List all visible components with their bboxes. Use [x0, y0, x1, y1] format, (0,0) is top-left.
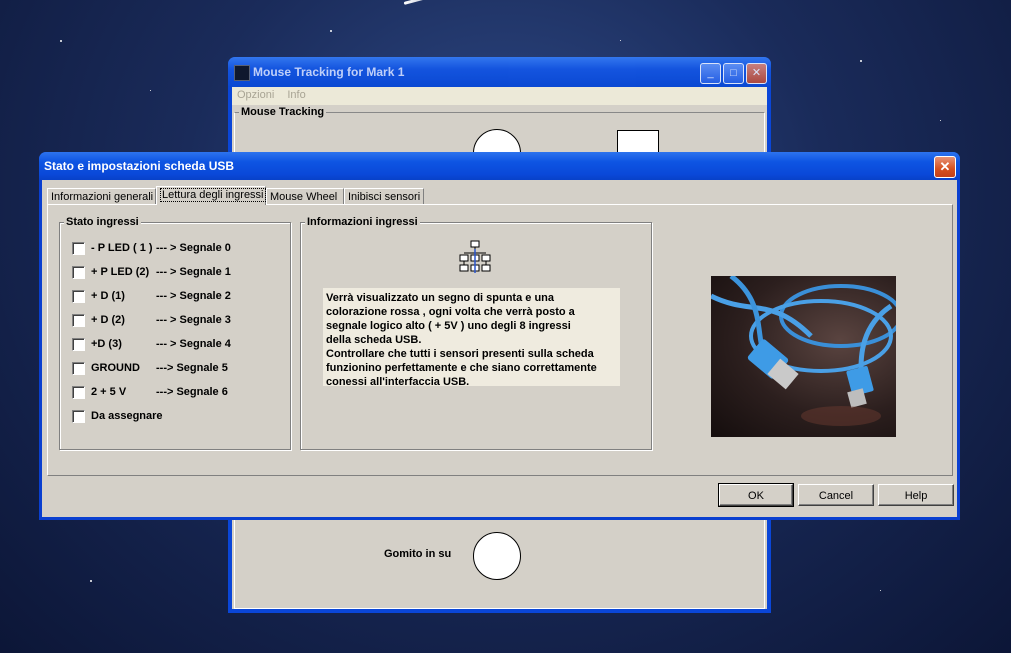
help-button[interactable]: Help [878, 484, 954, 506]
tab-label: Inibisci sensori [348, 191, 421, 203]
maximize-button[interactable]: □ [723, 63, 744, 84]
close-button[interactable]: ✕ [746, 63, 767, 84]
app-icon [234, 65, 250, 81]
tab-mouse-wheel[interactable]: Mouse Wheel [266, 188, 344, 204]
checkbox[interactable] [72, 314, 85, 327]
tab-lettura-ingressi[interactable]: Lettura degli ingressi [156, 186, 266, 205]
star [330, 30, 332, 32]
tab-panel: Stato ingressi - P LED ( 1 ) --- > Segna… [47, 204, 953, 476]
input-label: + P LED (2) [91, 266, 150, 278]
elbow-label: Gomito in su [384, 548, 452, 560]
dialog-title: Stato e impostazioni scheda USB [44, 159, 235, 173]
informazioni-ingressi-group: Informazioni ingressi Verrà visualizzato… [300, 216, 652, 450]
star [150, 90, 151, 91]
star [620, 40, 621, 41]
info-description: Verrà visualizzato un segno di spunta e … [323, 288, 620, 388]
menu-bar: Opzioni Info [232, 87, 767, 105]
group-title: Mouse Tracking [239, 106, 327, 118]
tab-label: Informazioni generali [51, 191, 154, 203]
usb-settings-dialog: Stato e impostazioni scheda USB ✕ Inform… [39, 152, 960, 520]
window-title: Mouse Tracking for Mark 1 [253, 65, 405, 79]
signal-label: --- > Segnale 1 [156, 266, 231, 278]
dialog-titlebar[interactable]: Stato e impostazioni scheda USB ✕ [39, 152, 960, 180]
checkbox[interactable] [72, 290, 85, 303]
checkbox[interactable] [72, 410, 85, 423]
signal-label: --- > Segnale 3 [156, 314, 231, 326]
checkbox[interactable] [72, 338, 85, 351]
dialog-close-button[interactable]: ✕ [934, 156, 956, 178]
signal-label: --- > Segnale 0 [156, 242, 231, 254]
group-title: Informazioni ingressi [305, 216, 420, 228]
network-icon [459, 240, 491, 273]
checkbox[interactable] [72, 242, 85, 255]
comet-decoration [403, 0, 519, 5]
star [90, 580, 92, 582]
checkbox[interactable] [72, 266, 85, 279]
star [860, 60, 862, 62]
signal-label: --- > Segnale 4 [156, 338, 231, 350]
input-label: - P LED ( 1 ) [91, 242, 153, 254]
cancel-button[interactable]: Cancel [798, 484, 874, 506]
input-label: GROUND [91, 362, 140, 374]
minimize-button[interactable]: _ [700, 63, 721, 84]
tab-inibisci-sensori[interactable]: Inibisci sensori [344, 188, 424, 204]
input-label: +D (3) [91, 338, 122, 350]
signal-label: --- > Segnale 2 [156, 290, 231, 302]
menu-item-info[interactable]: Info [282, 87, 310, 103]
star [60, 40, 62, 42]
group-title: Stato ingressi [64, 216, 141, 228]
usb-cable-photo [711, 276, 896, 437]
input-label: Da assegnare [91, 410, 163, 422]
window-titlebar[interactable]: Mouse Tracking for Mark 1 _ □ ✕ [228, 57, 771, 87]
ok-button[interactable]: OK [718, 483, 794, 507]
checkbox[interactable] [72, 386, 85, 399]
star [880, 590, 881, 591]
menu-item-opzioni[interactable]: Opzioni [232, 87, 279, 103]
signal-label: ---> Segnale 5 [156, 362, 228, 374]
signal-label: ---> Segnale 6 [156, 386, 228, 398]
input-label: 2 + 5 V [91, 386, 127, 398]
input-label: + D (2) [91, 314, 125, 326]
checkbox[interactable] [72, 362, 85, 375]
tab-label: Mouse Wheel [270, 191, 338, 203]
elbow-circle-indicator [473, 532, 521, 580]
tab-informazioni-generali[interactable]: Informazioni generali [47, 188, 156, 204]
input-label: + D (1) [91, 290, 125, 302]
star [940, 120, 941, 121]
tab-label: Lettura degli ingressi [160, 188, 266, 202]
stato-ingressi-group: Stato ingressi - P LED ( 1 ) --- > Segna… [59, 216, 291, 450]
